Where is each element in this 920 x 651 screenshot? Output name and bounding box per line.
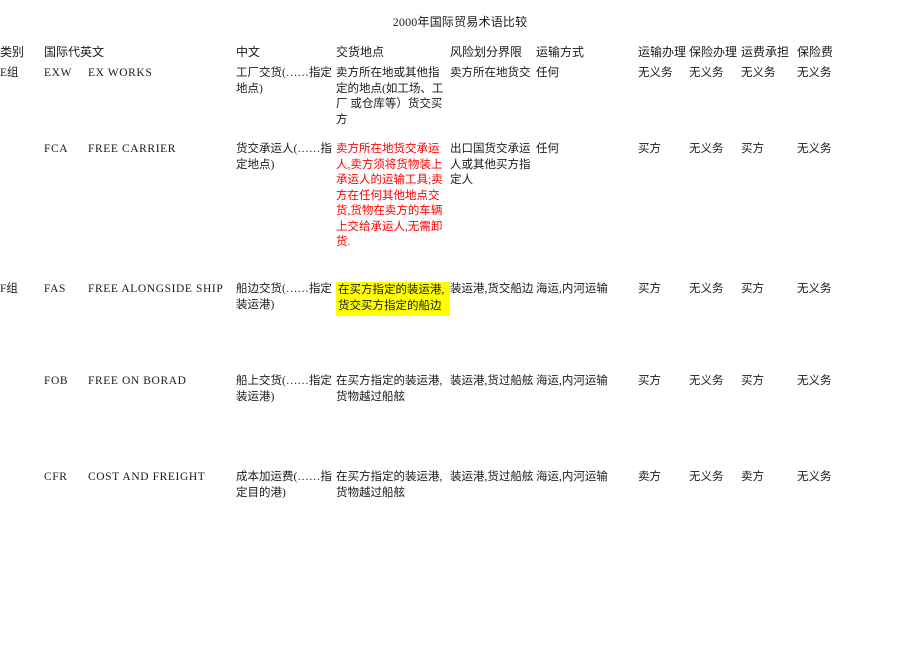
column-header-delivery-place: 交货地点	[336, 45, 385, 59]
row-risk-boundary: 装运港,货过船舷	[450, 471, 534, 483]
row-english-name: FREE ALONGSIDE SHIP	[88, 283, 224, 295]
row-chinese-name: 货交承运人(……指定地点)	[236, 143, 332, 171]
column-header-transport-mode: 运输方式	[536, 45, 585, 59]
row-transport-mode: 任何	[536, 67, 560, 79]
row-english-name: FREE ON BORAD	[88, 375, 187, 387]
row-insurance-arrangement: 无义务	[689, 143, 724, 155]
table-header-row: 类别 国际代英文 中文 交货地点 风险划分界限 运输方式 运输办理 保险办理 运…	[0, 38, 920, 66]
row-chinese-name: 工厂交货(……指定地点)	[236, 67, 332, 95]
column-header-freight-burden: 运费承担	[741, 45, 790, 59]
table-row: FOB FREE ON BORAD 船上交货(……指定装运港) 在买方指定的装运…	[0, 374, 920, 470]
row-delivery-place-cell: 在买方指定的装运港,货交买方指定的船边	[336, 282, 451, 374]
column-header-chinese: 中文	[236, 45, 261, 59]
group-label-spacer	[0, 470, 44, 562]
row-insurance-arrangement: 无义务	[689, 375, 724, 387]
row-freight-burden: 买方	[741, 143, 765, 155]
row-freight-burden: 买方	[741, 375, 765, 387]
row-code: FAS	[44, 283, 67, 295]
column-header-category: 类别	[0, 45, 25, 59]
group-label-spacer	[0, 142, 44, 282]
document-page: 2000年国际贸易术语比较 类别 国际代英文 中文 交货地点 风险划分界限 运输…	[0, 0, 920, 651]
row-freight-burden: 无义务	[741, 67, 776, 79]
row-chinese-name: 船上交货(……指定装运港)	[236, 375, 332, 403]
page-title: 2000年国际贸易术语比较	[392, 15, 528, 29]
row-insurance-premium: 无义务	[797, 143, 832, 155]
row-insurance-arrangement: 无义务	[689, 283, 724, 295]
row-risk-boundary: 卖方所在地货交	[450, 67, 531, 79]
row-insurance-premium: 无义务	[797, 375, 832, 387]
row-transport-mode: 海运,内河运输	[536, 375, 608, 387]
row-freight-burden: 买方	[741, 283, 765, 295]
row-delivery-place: 在买方指定的装运港,货交买方指定的船边	[336, 282, 451, 316]
row-insurance-arrangement: 无义务	[689, 67, 724, 79]
row-code: EXW	[44, 67, 72, 79]
row-code: FCA	[44, 143, 69, 155]
group-label-e: E组	[0, 67, 19, 79]
row-shipping-arrangement: 无义务	[638, 67, 673, 79]
row-delivery-place: 在买方指定的装运港,货物越过船舷	[336, 375, 443, 403]
row-insurance-premium: 无义务	[797, 471, 832, 483]
row-shipping-arrangement: 买方	[638, 283, 662, 295]
group-label-f: F组	[0, 283, 18, 295]
column-header-insurance-arrangement: 保险办理	[689, 45, 738, 59]
row-risk-boundary: 出口国货交承运人或其他买方指定人	[450, 143, 531, 186]
row-transport-mode: 任何	[536, 143, 560, 155]
column-header-code: 国际代英文	[44, 45, 105, 59]
row-insurance-premium: 无义务	[797, 283, 832, 295]
row-delivery-place: 卖方所在地货交承运人,卖方须将货物装上承运人的运输工具;卖方在任何其他地点交货,…	[336, 143, 443, 248]
row-insurance-premium: 无义务	[797, 67, 832, 79]
column-header-risk-boundary: 风险划分界限	[450, 45, 523, 59]
table-row: CFR COST AND FREIGHT 成本加运费(……指定目的港) 在买方指…	[0, 470, 920, 562]
incoterms-comparison-table: 类别 国际代英文 中文 交货地点 风险划分界限 运输方式 运输办理 保险办理 运…	[0, 38, 920, 562]
row-english-name: FREE CARRIER	[88, 143, 177, 155]
row-english-name: EX WORKS	[88, 67, 153, 79]
table-row: FCA FREE CARRIER 货交承运人(……指定地点) 卖方所在地货交承运…	[0, 142, 920, 282]
row-transport-mode: 海运,内河运输	[536, 283, 608, 295]
row-shipping-arrangement: 买方	[638, 143, 662, 155]
row-freight-burden: 卖方	[741, 471, 765, 483]
row-english-name: COST AND FREIGHT	[88, 471, 206, 483]
row-delivery-place: 卖方所在地或其他指定的地点(如工场、工厂 或仓库等）货交买方	[336, 67, 444, 126]
row-shipping-arrangement: 买方	[638, 375, 662, 387]
row-chinese-name: 船边交货(……指定装运港)	[236, 283, 332, 311]
row-delivery-place: 在买方指定的装运港,货物越过船舷	[336, 471, 443, 499]
row-shipping-arrangement: 卖方	[638, 471, 662, 483]
column-header-shipping-arrangement: 运输办理	[638, 45, 687, 59]
row-risk-boundary: 装运港,货交船边	[450, 283, 534, 295]
row-transport-mode: 海运,内河运输	[536, 471, 608, 483]
column-header-insurance-premium: 保险费	[797, 45, 834, 59]
row-code: FOB	[44, 375, 69, 387]
group-label-spacer	[0, 374, 44, 470]
table-row: F组 FAS FREE ALONGSIDE SHIP 船边交货(……指定装运港)…	[0, 282, 920, 374]
row-insurance-arrangement: 无义务	[689, 471, 724, 483]
row-code: CFR	[44, 471, 68, 483]
row-risk-boundary: 装运港,货过船舷	[450, 375, 534, 387]
table-row: E组 EXW EX WORKS 工厂交货(……指定地点) 卖方所在地或其他指定的…	[0, 66, 920, 142]
row-chinese-name: 成本加运费(……指定目的港)	[236, 471, 332, 499]
